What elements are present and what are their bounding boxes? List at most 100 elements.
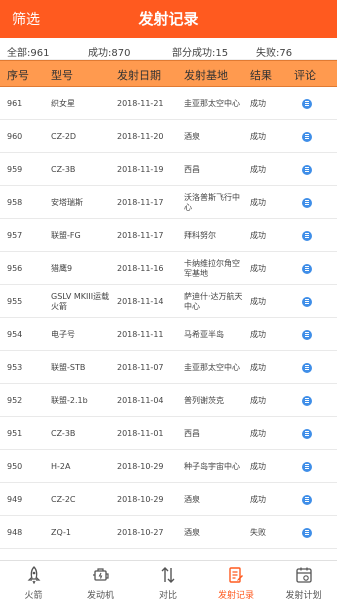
cell-base: 酒泉: [184, 528, 200, 537]
cell-id: 952: [7, 396, 23, 405]
comment-icon[interactable]: [302, 198, 312, 208]
stat-total: 全部:961: [7, 48, 50, 59]
cell-base: 酒泉: [184, 132, 200, 141]
tab-rocket[interactable]: 火箭: [0, 561, 67, 600]
cell-id: 957: [7, 231, 23, 240]
cell-base: 卡纳维拉尔角空军基地: [184, 259, 240, 278]
cell-base: 拜科努尔: [184, 231, 216, 240]
cell-result: 成功: [250, 495, 266, 504]
comment-icon[interactable]: [302, 264, 312, 274]
comment-icon[interactable]: [302, 330, 312, 340]
stat-partial: 部分成功:15: [172, 48, 229, 59]
cell-id: 949: [7, 495, 23, 504]
stats-bar: 全部:961 成功:870 部分成功:15 失败:76: [0, 38, 337, 60]
column-header-model: 型号: [51, 69, 73, 82]
cell-date: 2018-11-17: [117, 231, 164, 240]
cell-base: 西昌: [184, 429, 200, 438]
cell-id: 951: [7, 429, 23, 438]
table-row[interactable]: 959 CZ-3B 2018-11-19 西昌 成功: [0, 153, 337, 186]
cell-date: 2018-11-01: [117, 429, 164, 438]
page-title: 发射记录: [138, 10, 199, 28]
comment-icon[interactable]: [302, 462, 312, 472]
cell-model: ZQ-1: [51, 528, 71, 537]
cell-model: CZ-2D: [51, 132, 77, 141]
cell-date: 2018-10-29: [117, 462, 164, 471]
cell-result: 成功: [250, 165, 266, 174]
comment-icon[interactable]: [302, 132, 312, 142]
cell-result: 成功: [250, 297, 266, 306]
cell-base: 圭亚那太空中心: [184, 363, 240, 372]
tab-label: 火箭: [24, 591, 43, 600]
tab-label: 发射记录: [217, 591, 254, 600]
tab-label: 发射计划: [285, 591, 322, 600]
tab-engine[interactable]: 发动机: [67, 561, 134, 600]
table-row[interactable]: 952 联盟-2.1b 2018-11-04 普列谢茨克 成功: [0, 384, 337, 417]
table-row[interactable]: 955 GSLV MKIII运载火箭 2018-11-14 萨迪什·达万航天中心 成功: [0, 285, 337, 318]
table-row[interactable]: 958 安塔瑞斯 2018-11-17 沃洛普斯飞行中心 成功: [0, 186, 337, 219]
cell-id: 961: [7, 99, 23, 108]
cell-result: 成功: [250, 363, 266, 372]
table-row[interactable]: 948 ZQ-1 2018-10-27 酒泉 失败: [0, 516, 337, 549]
cell-result: 成功: [250, 462, 266, 471]
comment-icon[interactable]: [302, 363, 312, 373]
table-row[interactable]: 950 H-2A 2018-10-29 种子岛宇宙中心 成功: [0, 450, 337, 483]
cell-base: 沃洛普斯飞行中心: [184, 193, 240, 212]
cell-result: 成功: [250, 99, 266, 108]
cell-id: 958: [7, 198, 23, 207]
table-row[interactable]: 957 联盟-FG 2018-11-17 拜科努尔 成功: [0, 219, 337, 252]
cell-id: 950: [7, 462, 23, 471]
cell-base: 萨迪什·达万航天中心: [184, 292, 243, 311]
cell-result: 成功: [250, 231, 266, 240]
cell-date: 2018-11-14: [117, 297, 164, 306]
cell-base: 普列谢茨克: [184, 396, 224, 405]
cell-id: 954: [7, 330, 23, 339]
tab-compare[interactable]: 对比: [134, 561, 202, 600]
cell-date: 2018-11-21: [117, 99, 164, 108]
cell-result: 成功: [250, 264, 266, 273]
table-row[interactable]: 951 CZ-3B 2018-11-01 西昌 成功: [0, 417, 337, 450]
comment-icon[interactable]: [302, 165, 312, 175]
cell-model: 猎鹰9: [51, 264, 73, 273]
cell-date: 2018-11-04: [117, 396, 164, 405]
launch-table: 961 织女星 2018-11-21 圭亚那太空中心 成功 960 CZ-2D 2018-11…: [0, 87, 337, 560]
cell-date: 2018-11-11: [117, 330, 164, 339]
cell-model: CZ-3B: [51, 429, 76, 438]
comment-icon[interactable]: [302, 528, 312, 538]
cell-model: 联盟-FG: [51, 231, 81, 240]
comment-icon[interactable]: [302, 99, 312, 109]
column-header-id: 序号: [7, 69, 29, 82]
bottom-tab-bar: 火箭 发动机 对比 发射记录 发射计划: [0, 560, 337, 600]
table-row[interactable]: 961 织女星 2018-11-21 圭亚那太空中心 成功: [0, 87, 337, 120]
cell-id: 960: [7, 132, 23, 141]
cell-result: 失败: [250, 528, 266, 537]
comment-icon[interactable]: [302, 429, 312, 439]
column-header-date: 发射日期: [117, 69, 161, 82]
comment-icon[interactable]: [302, 297, 312, 307]
cell-model: 织女星: [51, 99, 75, 108]
cell-result: 成功: [250, 396, 266, 405]
table-row[interactable]: 954 电子号 2018-11-11 马希亚半岛 成功: [0, 318, 337, 351]
tab-launch-plan[interactable]: 发射计划: [270, 561, 337, 600]
table-row[interactable]: 953 联盟-STB 2018-11-07 圭亚那太空中心 成功: [0, 351, 337, 384]
cell-date: 2018-11-17: [117, 198, 164, 207]
tab-launch-record[interactable]: 发射记录: [202, 561, 270, 600]
table-row[interactable]: 949 CZ-2C 2018-10-29 酒泉 成功: [0, 483, 337, 516]
cell-id: 953: [7, 363, 23, 372]
comment-icon[interactable]: [302, 495, 312, 505]
stat-failure: 失败:76: [256, 48, 293, 59]
cell-base: 种子岛宇宙中心: [184, 462, 240, 471]
stat-success: 成功:870: [88, 48, 131, 59]
comment-icon[interactable]: [302, 396, 312, 406]
table-row[interactable]: 960 CZ-2D 2018-11-20 酒泉 成功: [0, 120, 337, 153]
tab-label: 对比: [158, 591, 177, 600]
cell-base: 西昌: [184, 165, 200, 174]
cell-result: 成功: [250, 198, 266, 207]
tab-label: 发动机: [86, 591, 114, 600]
cell-date: 2018-11-16: [117, 264, 164, 273]
table-row[interactable]: 956 猎鹰9 2018-11-16 卡纳维拉尔角空军基地 成功: [0, 252, 337, 285]
comment-icon[interactable]: [302, 231, 312, 241]
launch-plan-icon: [295, 567, 312, 583]
cell-result: 成功: [250, 330, 266, 339]
cell-date: 2018-11-19: [117, 165, 164, 174]
compare-icon: [161, 567, 175, 583]
